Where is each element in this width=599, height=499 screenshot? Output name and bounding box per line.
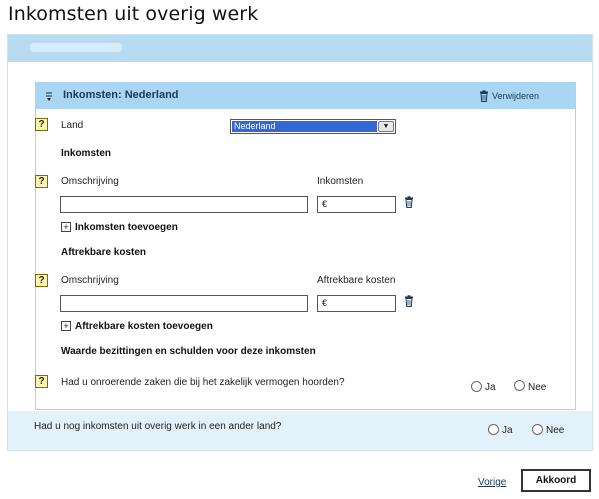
accept-button[interactable]: Akkoord — [521, 469, 591, 492]
assets-no-label: Nee — [528, 382, 547, 393]
costs-description-label: Omschrijving — [61, 275, 119, 286]
top-band — [8, 35, 592, 62]
plus-icon[interactable]: + — [61, 222, 71, 232]
previous-link[interactable]: Vorige — [478, 477, 506, 488]
country-help-icon[interactable]: ? — [35, 118, 48, 131]
section-header: Inkomsten: Nederland Verwijderen — [36, 83, 575, 109]
country-selected-value: Nederland — [232, 121, 377, 132]
income-heading: Inkomsten — [61, 148, 112, 159]
page-title: Inkomsten uit overig werk — [8, 3, 259, 25]
country-label: Land — [61, 120, 84, 131]
costs-amount-label: Aftrekbare kosten — [317, 275, 396, 286]
delete-section-button[interactable]: Verwijderen — [479, 90, 539, 102]
add-costs-button[interactable]: Aftrekbare kosten toevoegen — [75, 321, 213, 332]
costs-amount-input[interactable]: € — [317, 295, 396, 312]
other-country-no-label: Nee — [546, 425, 565, 436]
income-description-label: Omschrijving — [61, 176, 119, 187]
assets-help-icon[interactable]: ? — [35, 375, 48, 388]
remove-income-trash-icon[interactable] — [404, 195, 414, 208]
plus-icon[interactable]: + — [61, 321, 71, 331]
income-amount-input[interactable]: € — [317, 196, 396, 213]
section-title: Inkomsten: Nederland — [63, 89, 179, 101]
form-container: Inkomsten: Nederland Verwijderen — [7, 34, 593, 451]
other-country-question: Had u nog inkomsten uit overig werk in e… — [34, 421, 282, 432]
blurred-label — [30, 43, 122, 52]
assets-yes-label: Ja — [485, 382, 496, 393]
income-help-icon[interactable]: ? — [35, 175, 48, 188]
assets-no-radio[interactable] — [514, 380, 525, 391]
collapse-icon[interactable] — [44, 90, 54, 102]
remove-costs-trash-icon[interactable] — [404, 294, 414, 307]
other-country-no-radio[interactable] — [532, 424, 543, 435]
assets-yes-radio[interactable] — [471, 381, 482, 392]
assets-heading: Waarde bezittingen en schulden voor deze… — [61, 346, 316, 357]
delete-label: Verwijderen — [491, 91, 539, 101]
income-amount-label: Inkomsten — [317, 176, 364, 187]
other-country-yes-label: Ja — [502, 425, 513, 436]
costs-heading: Aftrekbare kosten — [61, 247, 147, 258]
chevron-down-icon[interactable]: ▼ — [378, 121, 394, 132]
income-description-input[interactable] — [60, 196, 308, 213]
country-select[interactable]: Nederland ▼ — [230, 119, 396, 134]
costs-help-icon[interactable]: ? — [35, 274, 48, 287]
assets-question: Had u onroerende zaken die bij het zakel… — [61, 377, 345, 388]
add-income-button[interactable]: Inkomsten toevoegen — [75, 222, 178, 233]
costs-description-input[interactable] — [60, 295, 308, 312]
trash-icon — [479, 90, 489, 102]
other-country-yes-radio[interactable] — [488, 424, 499, 435]
